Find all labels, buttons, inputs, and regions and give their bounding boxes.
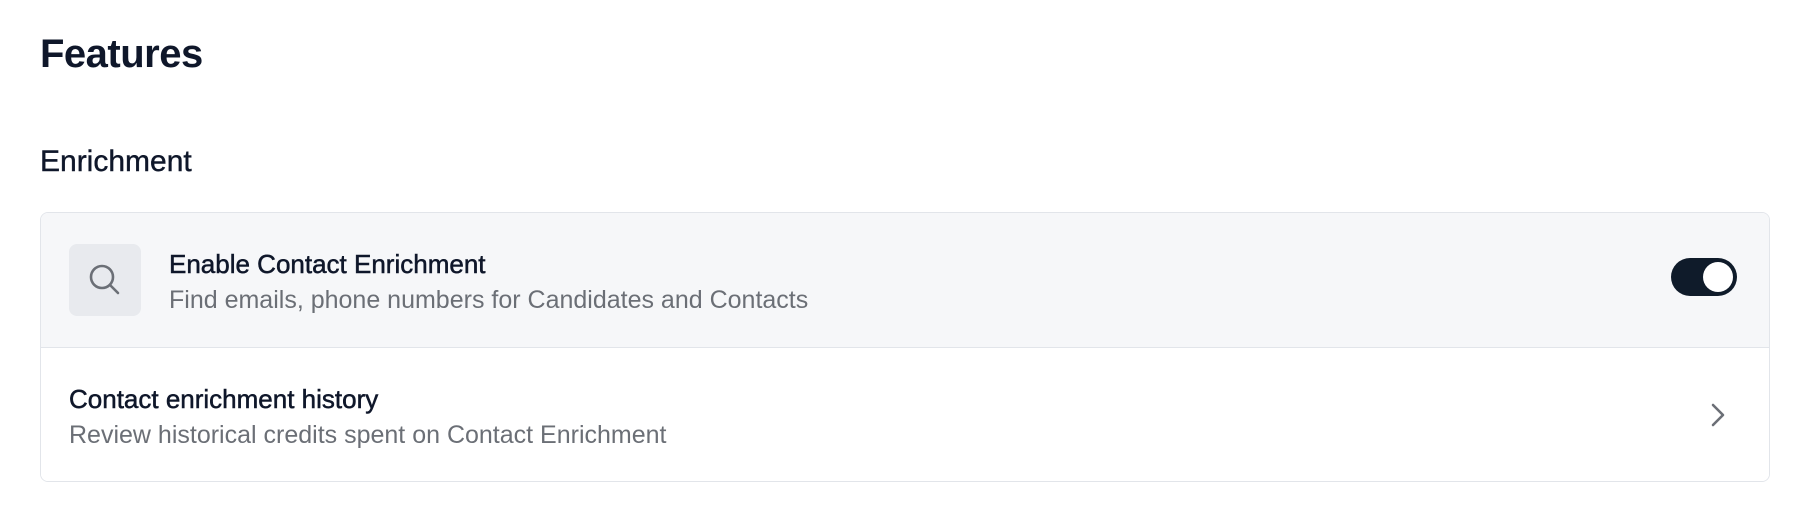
enable-contact-enrichment-title: Enable Contact Enrichment xyxy=(169,249,486,280)
enable-contact-enrichment-toggle[interactable] xyxy=(1671,258,1737,296)
page-title: Features xyxy=(40,32,203,76)
search-icon-box xyxy=(69,244,141,316)
enrichment-card: Enable Contact Enrichment Find emails, p… xyxy=(40,212,1770,482)
contact-enrichment-history-title: Contact enrichment history xyxy=(69,384,379,415)
enable-contact-enrichment-row: Enable Contact Enrichment Find emails, p… xyxy=(41,213,1769,348)
chevron-right-icon[interactable] xyxy=(1705,400,1731,430)
section-title-enrichment: Enrichment xyxy=(40,145,192,178)
contact-enrichment-history-link[interactable]: Contact enrichment history Review histor… xyxy=(41,348,1769,481)
contact-enrichment-history-subtitle: Review historical credits spent on Conta… xyxy=(69,421,667,449)
toggle-knob xyxy=(1703,262,1733,292)
search-icon xyxy=(89,264,120,295)
enable-contact-enrichment-subtitle: Find emails, phone numbers for Candidate… xyxy=(169,286,809,314)
